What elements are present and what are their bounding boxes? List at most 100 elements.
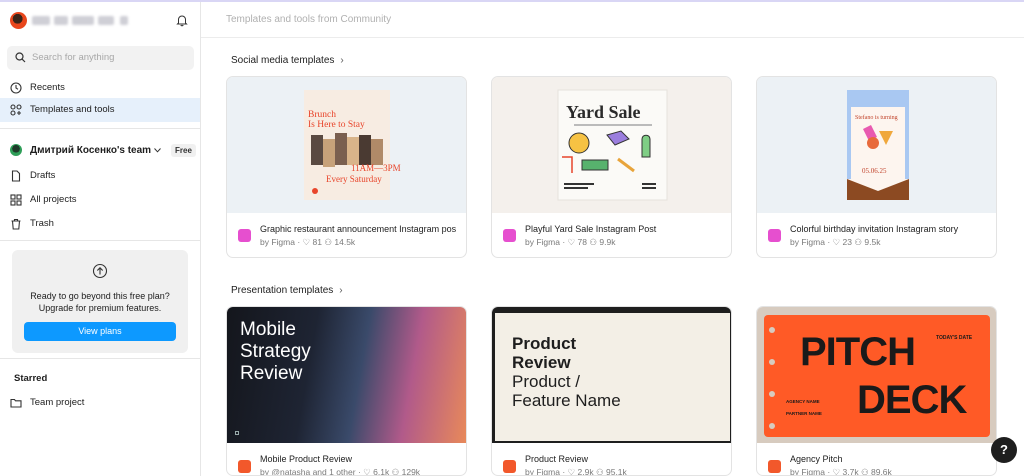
user-icon: ⚇	[860, 467, 869, 476]
card-title: Colorful birthday invitation Instagram s…	[790, 224, 959, 234]
template-card[interactable]: PITCH DECK TODAY'S DATE AGENCY NAME PART…	[756, 306, 997, 476]
folder-icon	[10, 398, 22, 408]
sidebar-item-all-projects[interactable]: All projects	[0, 188, 200, 212]
chevron-right-icon: ›	[340, 55, 344, 66]
thumb-text: AGENCY NAME	[786, 399, 820, 404]
template-card[interactable]: Stefano is turning 05.06.25 Colorful bir…	[756, 76, 997, 258]
template-thumbnail: Mobile Strategy Review	[227, 307, 466, 443]
card-title: Graphic restaurant announcement Instagra…	[260, 224, 457, 234]
card-author: by Figma	[525, 237, 560, 247]
thumb-text: Product	[512, 334, 577, 353]
chevron-down-icon[interactable]	[154, 148, 161, 153]
blurred-name	[72, 16, 94, 25]
card-author: by @natasha and 1 other	[260, 467, 356, 476]
thumb-text: Strategy	[240, 341, 311, 362]
template-thumbnail: Stefano is turning 05.06.25	[757, 77, 996, 213]
slides-file-icon	[238, 460, 251, 473]
sidebar-item-label: All projects	[30, 194, 77, 205]
sidebar-item-recents[interactable]: Recents	[0, 76, 200, 100]
card-title: Product Review	[525, 454, 589, 464]
upgrade-line-2: Upgrade for premium features.	[38, 303, 162, 313]
sidebar-item-templates[interactable]: Templates and tools	[0, 98, 200, 122]
heart-icon: ♡	[567, 467, 576, 476]
starred-heading: Starred	[14, 373, 48, 384]
slides-file-icon	[503, 460, 516, 473]
pitch-slide: PITCH DECK TODAY'S DATE AGENCY NAME PART…	[764, 315, 990, 437]
page-title: Templates and tools from Community	[226, 14, 392, 25]
card-likes: 23	[842, 237, 852, 247]
blurred-name	[32, 16, 50, 25]
section-title-presentation[interactable]: Presentation templates ›	[231, 285, 343, 296]
account-switcher[interactable]	[8, 10, 193, 32]
search-placeholder: Search for anything	[32, 52, 115, 63]
heart-icon: ♡	[302, 237, 311, 247]
slides-file-icon	[768, 460, 781, 473]
yard-sale-post-preview: Yard Sale	[557, 89, 668, 201]
avatar[interactable]	[10, 12, 27, 29]
sidebar-item-trash[interactable]: Trash	[0, 212, 200, 236]
user-icon: ⚇	[595, 467, 604, 476]
template-thumbnail: Brunch Is Here to Stay 11AM—3PM Every Sa…	[227, 77, 466, 213]
grid-icon	[10, 194, 22, 206]
thumb-text: Product /	[512, 372, 581, 391]
main-header: Templates and tools from Community	[201, 2, 1024, 38]
template-thumbnail: PITCH DECK TODAY'S DATE AGENCY NAME PART…	[757, 307, 996, 443]
section-title-social[interactable]: Social media templates ›	[231, 55, 344, 66]
thumb-text: TODAY'S DATE	[936, 335, 973, 341]
card-users: 9.5k	[864, 237, 881, 247]
section-title-label: Presentation templates	[231, 285, 334, 296]
card-meta: by Figma · ♡ 2.9k ⚇ 95.1k	[525, 467, 627, 476]
thumb-text: DECK	[857, 378, 967, 422]
thumb-text: 05.06.25	[862, 167, 887, 175]
figjam-file-icon	[768, 229, 781, 242]
template-card[interactable]: Product Review Product / Feature Name Pr…	[491, 306, 732, 476]
card-author: by Figma	[260, 237, 295, 247]
card-likes: 78	[577, 237, 587, 247]
sidebar-item-drafts[interactable]: Drafts	[0, 164, 200, 188]
card-author: by Figma	[525, 467, 560, 476]
slide-canvas: Product Review Product / Feature Name	[495, 313, 730, 441]
thumb-text: Every Saturday	[326, 174, 382, 184]
file-icon	[11, 170, 21, 182]
heart-icon: ♡	[832, 237, 841, 247]
template-card[interactable]: Mobile Strategy Review Mobile Product Re…	[226, 306, 467, 476]
card-title: Playful Yard Sale Instagram Post	[525, 224, 657, 234]
template-card[interactable]: Brunch Is Here to Stay 11AM—3PM Every Sa…	[226, 76, 467, 258]
blurred-name	[98, 16, 114, 25]
card-users: 89.6k	[870, 467, 892, 476]
thumb-text: Review	[240, 363, 303, 384]
help-button[interactable]: ?	[991, 437, 1017, 463]
search-input[interactable]: Search for anything	[7, 46, 194, 70]
figjam-file-icon	[238, 229, 251, 242]
card-author: by Figma	[790, 467, 825, 476]
divider	[0, 358, 200, 359]
thumb-text: Mobile	[240, 319, 296, 340]
card-likes: 81	[312, 237, 322, 247]
bell-icon[interactable]	[175, 13, 189, 27]
card-meta: by @natasha and 1 other · ♡ 6.1k ⚇ 129k	[260, 467, 421, 476]
thumb-title: Product Review Product / Feature Name	[512, 334, 621, 410]
thumb-text: Review	[512, 353, 571, 372]
card-author: by Figma	[790, 237, 825, 247]
trash-icon	[11, 218, 21, 230]
template-card[interactable]: Yard Sale Playful Yard Sale Instagram Po…	[491, 76, 732, 258]
card-users: 129k	[401, 467, 421, 476]
card-likes: 2.9k	[577, 467, 594, 476]
divider	[0, 240, 200, 241]
card-title: Mobile Product Review	[260, 454, 353, 464]
card-users: 95.1k	[605, 467, 627, 476]
user-icon: ⚇	[324, 237, 332, 247]
blurred-name	[120, 16, 128, 25]
card-likes: 6.1k	[373, 467, 390, 476]
template-thumbnail: Product Review Product / Feature Name	[492, 307, 731, 443]
team-name[interactable]: Дмитрий Косенко's team	[30, 145, 151, 156]
blurred-name	[54, 16, 68, 25]
templates-icon	[10, 104, 22, 116]
view-plans-button[interactable]: View plans	[24, 322, 176, 341]
sidebar-item-team-project[interactable]: Team project	[0, 392, 200, 414]
search-icon	[15, 52, 26, 63]
arrow-up-circle-icon	[92, 263, 108, 279]
chevron-right-icon: ›	[339, 285, 343, 296]
card-meta: by Figma · ♡ 3.7k ⚇ 89.6k	[790, 467, 892, 476]
thumb-text: Stefano is turning	[855, 114, 898, 121]
